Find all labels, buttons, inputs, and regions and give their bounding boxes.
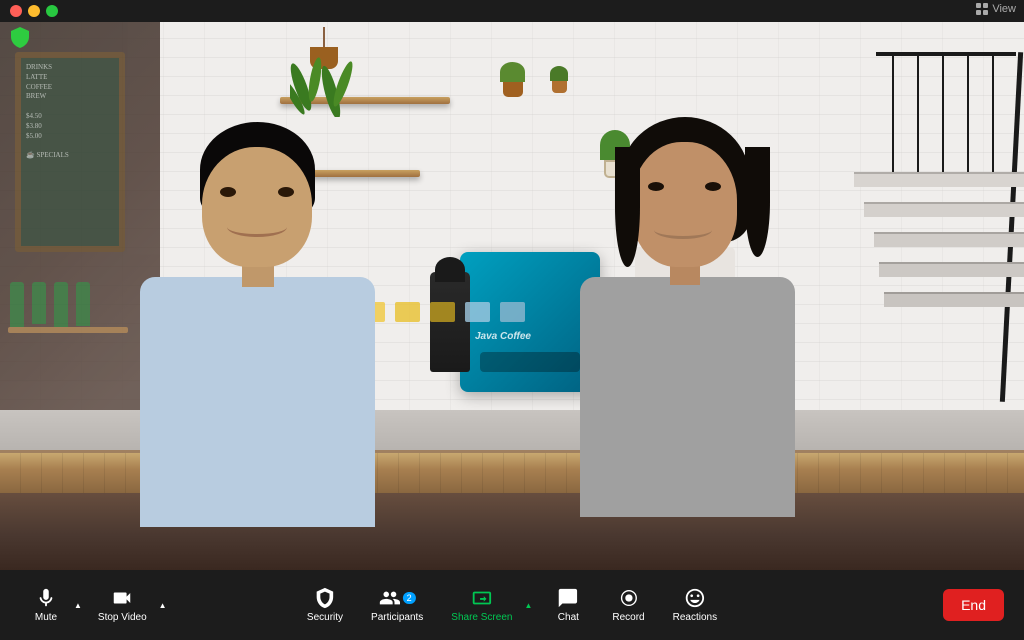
stair-3 [874,232,1024,247]
record-button[interactable]: Record [602,581,654,629]
chat-label: Chat [558,612,579,623]
stair-railing-vertical [1000,52,1023,402]
participants-icon-container: 2 [379,587,416,609]
toolbar: Mute ▲ Stop Video ▲ Security [0,570,1024,640]
traffic-lights [10,5,58,17]
stop-video-label: Stop Video [98,612,147,623]
video-area: DRINKSLATTECOFFEEBREW$4.50$3.80$5.00☕ SP… [0,22,1024,570]
shelf-left [8,327,128,333]
share-screen-button[interactable]: Share Screen [441,581,522,629]
mute-group: Mute ▲ [20,581,84,629]
baluster-4 [917,56,919,172]
mic-icon [35,587,57,609]
stair-2 [864,202,1024,217]
security-button[interactable]: Security [297,581,353,629]
security-label: Security [307,612,343,623]
reactions-button[interactable]: Reactions [663,581,727,629]
coffee-grinder [430,272,470,372]
plant-shelf-right [500,62,525,97]
bottle-1 [10,282,24,327]
participants-button[interactable]: 2 Participants [361,581,433,629]
view-label: View [992,3,1016,15]
bottles-shelf [10,282,90,330]
shield-icon [10,26,30,48]
toolbar-center: Security 2 Participants Share Screen ▲ [297,581,727,629]
stair-rail-top [876,52,1016,56]
title-bar: View [0,0,1024,22]
view-button[interactable]: View [975,2,1016,16]
record-icon [617,587,639,609]
bottle-3 [54,282,68,330]
reactions-label: Reactions [673,612,717,623]
record-label: Record [612,612,644,623]
chat-button[interactable]: Chat [542,581,594,629]
close-button[interactable] [10,5,22,17]
chat-icon [557,587,579,609]
person-right-hair-right [745,147,770,257]
participants-badge: 2 [403,592,416,604]
bottle-4 [76,282,90,326]
person-right-hair-left [615,147,640,267]
participants-icon [379,587,401,609]
baluster-1 [992,56,994,172]
person-left [120,82,400,512]
toolbar-left: Mute ▲ Stop Video ▲ [20,581,169,629]
person-left-face [202,147,312,267]
mute-button[interactable]: Mute [20,581,72,629]
baluster-3 [942,56,944,172]
baluster-2 [967,56,969,172]
view-icon [975,2,989,16]
chalk-text: DRINKSLATTECOFFEEBREW$4.50$3.80$5.00☕ SP… [21,58,119,166]
person-right [560,102,820,502]
share-screen-group: Share Screen ▲ [441,581,534,629]
maximize-button[interactable] [46,5,58,17]
security-icon [314,587,336,609]
video-icon [111,587,133,609]
toolbar-right: End [943,589,1004,621]
stop-video-group: Stop Video ▲ [88,581,169,629]
security-shield [10,26,30,53]
stair-1 [854,172,1024,187]
bottle-2 [32,282,46,324]
stair-4 [879,262,1024,277]
machine-brand: Java Coffee [475,331,531,342]
share-screen-label: Share Screen [451,612,512,623]
person-right-cardigan [580,277,795,517]
end-button[interactable]: End [943,589,1004,621]
hanging-plant [310,27,338,69]
participants-label: Participants [371,612,423,623]
stair-5 [884,292,1024,307]
share-screen-icon [471,587,493,609]
plant-shelf-right-2 [550,66,568,93]
video-background: DRINKSLATTECOFFEEBREW$4.50$3.80$5.00☕ SP… [0,22,1024,570]
person-right-face [632,142,737,267]
mute-label: Mute [35,612,57,623]
stop-video-button[interactable]: Stop Video [88,581,157,629]
person-left-body [140,277,375,527]
baluster-5 [892,56,894,172]
share-screen-arrow[interactable]: ▲ [522,601,534,610]
reactions-icon [684,587,706,609]
chalkboard: DRINKSLATTECOFFEEBREW$4.50$3.80$5.00☕ SP… [15,52,125,252]
mute-arrow[interactable]: ▲ [72,601,84,610]
minimize-button[interactable] [28,5,40,17]
video-arrow[interactable]: ▲ [157,601,169,610]
